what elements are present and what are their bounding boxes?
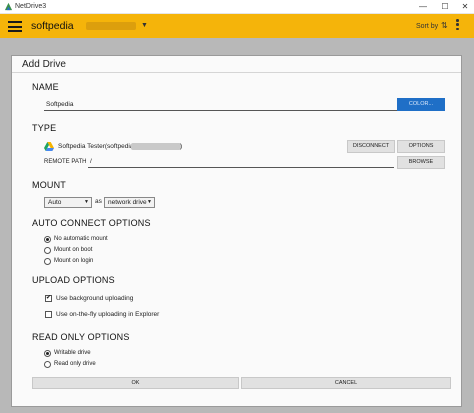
minimize-icon[interactable]: —	[412, 0, 434, 14]
dialog-title: Add Drive	[22, 59, 66, 70]
chevron-down-icon: ▼	[84, 199, 89, 205]
drive-name-input[interactable]: Softpedia	[44, 100, 402, 111]
chevron-down-icon: ▼	[147, 199, 152, 205]
maximize-icon[interactable]: ☐	[434, 0, 456, 14]
dialog-header: Add Drive	[12, 56, 461, 73]
checkbox-on-the-fly-uploading[interactable]	[45, 311, 52, 318]
mount-type-value: network drive	[108, 199, 147, 206]
account-name: Softpedia Tester(softpedia	[58, 143, 134, 150]
google-drive-icon	[44, 142, 54, 151]
options-button[interactable]: OPTIONS	[397, 140, 445, 153]
mount-as-label: as	[95, 198, 102, 205]
mount-type-select[interactable]: network drive ▼	[104, 197, 155, 208]
account-suffix: )	[180, 143, 183, 150]
radio-label: Mount on login	[54, 258, 94, 264]
sort-icon[interactable]: ⇅	[441, 21, 448, 31]
radio-label: No automatic mount	[54, 236, 108, 242]
radio-label: Mount on boot	[54, 247, 93, 253]
close-icon[interactable]: ✕	[454, 0, 474, 14]
radio-label: Writable drive	[54, 350, 91, 356]
checkbox-label: Use background uploading	[56, 295, 134, 302]
radio-label: Read only drive	[54, 361, 96, 367]
radio-writable-drive[interactable]	[44, 350, 51, 357]
drive-letter-value: Auto	[48, 199, 62, 206]
netdrive-app-icon	[4, 2, 13, 11]
window-titlebar: NetDrive3 — ☐ ✕	[0, 0, 474, 14]
drive-letter-select[interactable]: Auto ▼	[44, 197, 92, 208]
color-button[interactable]: COLOR...	[397, 98, 445, 111]
redacted-account	[131, 143, 181, 150]
redacted-text	[86, 22, 136, 30]
auto-connect-section-title: AUTO CONNECT OPTIONS	[32, 218, 151, 228]
mount-section-title: MOUNT	[32, 180, 66, 190]
hamburger-menu-icon[interactable]	[8, 21, 22, 32]
radio-read-only-drive[interactable]	[44, 361, 51, 368]
app-toolbar: softpedia ▼ Sort by ⇅	[0, 14, 474, 38]
drive-selector-label[interactable]: softpedia	[31, 19, 74, 33]
radio-no-automatic-mount[interactable]	[44, 236, 51, 243]
more-options-icon[interactable]	[456, 19, 460, 33]
remote-path-label: REMOTE PATH	[44, 159, 87, 165]
name-section-title: NAME	[32, 82, 59, 92]
window-title: NetDrive3	[15, 3, 47, 10]
read-only-section-title: READ ONLY OPTIONS	[32, 332, 130, 342]
radio-mount-on-login[interactable]	[44, 258, 51, 265]
checkbox-label: Use on-the-fly uploading in Explorer	[56, 311, 160, 318]
cancel-button[interactable]: CANCEL	[241, 377, 451, 389]
ok-button[interactable]: OK	[32, 377, 239, 389]
type-section-title: TYPE	[32, 123, 57, 133]
add-drive-dialog: Add Drive NAME Softpedia COLOR... TYPE S…	[11, 55, 462, 407]
checkbox-background-uploading[interactable]: ✔	[45, 295, 52, 302]
disconnect-button[interactable]: DISCONNECT	[347, 140, 395, 153]
browse-button[interactable]: BROWSE	[397, 156, 445, 169]
sort-by-button[interactable]: Sort by	[416, 22, 438, 31]
remote-path-input[interactable]: /	[88, 157, 394, 168]
upload-section-title: UPLOAD OPTIONS	[32, 275, 115, 285]
chevron-down-icon[interactable]: ▼	[141, 20, 148, 32]
radio-mount-on-boot[interactable]	[44, 247, 51, 254]
